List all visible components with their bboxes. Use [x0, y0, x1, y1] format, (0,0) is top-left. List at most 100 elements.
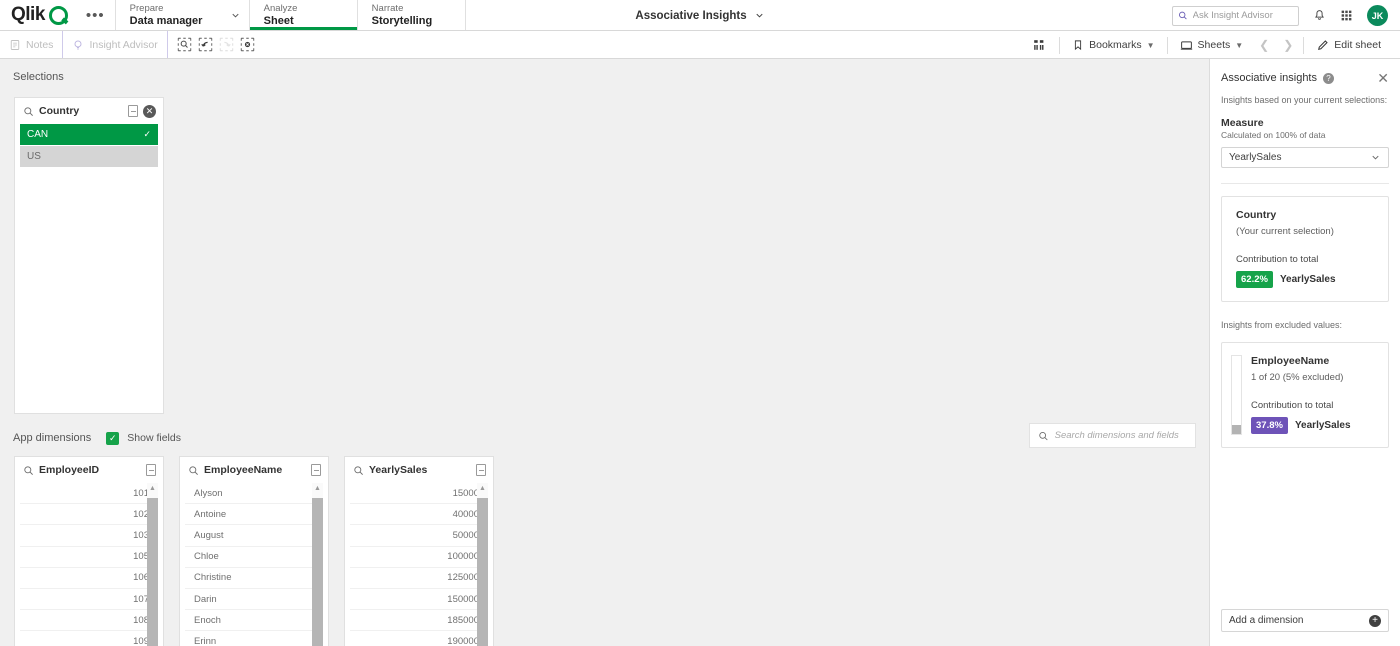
- scroll-up-icon[interactable]: ▲: [149, 483, 156, 494]
- measure-select[interactable]: YearlySales: [1221, 147, 1389, 168]
- insight-card-excluded[interactable]: EmployeeName 1 of 20 (5% excluded) Contr…: [1221, 342, 1389, 448]
- field-value-row[interactable]: Darin: [185, 589, 323, 611]
- edit-sheet-label: Edit sheet: [1334, 39, 1381, 51]
- brand-label: Qlik: [11, 4, 45, 25]
- field-value-row[interactable]: 109: [20, 631, 158, 646]
- nav-analyze[interactable]: Analyze Sheet: [248, 0, 357, 30]
- selection-value-row[interactable]: US: [20, 146, 158, 167]
- toolbar-divider: [1166, 36, 1168, 54]
- more-menu-button[interactable]: •••: [76, 0, 115, 30]
- chevron-down-icon[interactable]: [754, 10, 765, 21]
- calculated-note: Calculated on 100% of data: [1221, 130, 1326, 140]
- edit-sheet-button[interactable]: Edit sheet: [1307, 31, 1390, 59]
- field-value-row[interactable]: 150000: [350, 589, 488, 611]
- selection-search-icon[interactable]: [176, 36, 193, 53]
- close-icon[interactable]: ✕: [1377, 71, 1389, 85]
- field-value-row[interactable]: 125000: [350, 568, 488, 589]
- show-fields-checkbox[interactable]: ✓: [106, 431, 120, 445]
- field-value-row[interactable]: Christine: [185, 568, 323, 589]
- toolbar-divider: [1059, 36, 1061, 54]
- help-icon[interactable]: ?: [1323, 72, 1334, 84]
- field-listbox-body: 15000 40000 50000 100000 125000 150000 185000 1…: [345, 483, 493, 646]
- selection-value-list: CAN ✓ US: [15, 124, 163, 167]
- listbox-view-icon[interactable]: [311, 464, 321, 476]
- field-value-row[interactable]: 108: [20, 610, 158, 632]
- toolbar-right: Bookmarks ▼ Sheets ▼ ❮ ❯ Edit sheet: [1022, 31, 1400, 59]
- field-listboxes: EmployeeID 101102103105106107108109110111…: [14, 456, 494, 646]
- field-value-row[interactable]: 15000: [350, 483, 488, 505]
- scrollbar-track[interactable]: [477, 494, 488, 646]
- field-value-row[interactable]: Chloe: [185, 547, 323, 568]
- field-value-row[interactable]: 102: [20, 504, 158, 526]
- field-value-row[interactable]: 105: [20, 547, 158, 568]
- listbox-view-icon[interactable]: [128, 105, 138, 117]
- clear-selections-icon[interactable]: [239, 36, 256, 53]
- scrollbar[interactable]: ▲▼: [147, 483, 158, 646]
- selection-value-label: US: [27, 151, 41, 162]
- next-sheet-button[interactable]: ❯: [1276, 38, 1300, 52]
- field-value-row[interactable]: 103: [20, 525, 158, 547]
- nav-analyze-label: Analyze: [263, 2, 298, 14]
- field-value-row[interactable]: 101: [20, 483, 158, 505]
- nav-narrate[interactable]: Narrate Storytelling: [356, 0, 465, 30]
- notifications-icon[interactable]: [1313, 9, 1326, 22]
- panel-header: Associative insights ? ✕: [1221, 59, 1389, 85]
- field-value-row[interactable]: Erinn: [185, 631, 323, 646]
- selection-step-back-icon[interactable]: [197, 36, 214, 53]
- previous-sheet-button[interactable]: ❮: [1252, 38, 1276, 52]
- scrollbar-thumb[interactable]: [477, 498, 488, 646]
- qlik-logo[interactable]: Qlik: [0, 0, 76, 30]
- app-grid-icon[interactable]: [1340, 9, 1353, 22]
- top-bar: Qlik ••• Prepare Data manager Analyze Sh…: [0, 0, 1400, 31]
- search-icon[interactable]: [353, 465, 364, 476]
- app-dimensions-bar: App dimensions ✓ Show fields: [0, 421, 1209, 455]
- scrollbar-thumb[interactable]: [147, 498, 158, 646]
- field-value-row[interactable]: 106: [20, 568, 158, 589]
- scroll-up-icon[interactable]: ▲: [479, 483, 486, 494]
- selection-value-label: CAN: [27, 129, 49, 140]
- listbox-view-icon[interactable]: [146, 464, 156, 476]
- nav-prepare-dropdown[interactable]: [223, 0, 249, 30]
- sheets-button[interactable]: Sheets ▼: [1171, 31, 1253, 59]
- field-value-row[interactable]: 107: [20, 589, 158, 611]
- field-value-row[interactable]: Antoine: [185, 504, 323, 526]
- associative-insights-panel: Associative insights ? ✕ Insights based …: [1209, 59, 1400, 646]
- app-title[interactable]: Associative Insights: [635, 10, 746, 22]
- search-icon[interactable]: [23, 465, 34, 476]
- field-value-row[interactable]: Enoch: [185, 610, 323, 632]
- field-value-row[interactable]: 50000: [350, 525, 488, 547]
- dimension-search-box[interactable]: [1029, 423, 1196, 448]
- scrollbar-thumb[interactable]: [312, 498, 323, 646]
- clear-field-selection-icon[interactable]: ✕: [143, 104, 156, 118]
- scroll-up-icon[interactable]: ▲: [314, 483, 321, 494]
- avatar[interactable]: JK: [1367, 5, 1388, 26]
- chevron-down-icon: ▼: [1235, 40, 1244, 50]
- search-icon[interactable]: [23, 106, 34, 117]
- scrollbar-track[interactable]: [147, 494, 158, 646]
- contribution-label: Contribution to total: [1251, 400, 1334, 411]
- dimension-search-input[interactable]: [1054, 430, 1187, 441]
- field-value-row[interactable]: Alyson: [185, 483, 323, 505]
- plus-icon: +: [1369, 614, 1381, 627]
- add-dimension-button[interactable]: Add a dimension +: [1221, 609, 1389, 632]
- field-value-row[interactable]: August: [185, 525, 323, 547]
- ask-insight-advisor-box[interactable]: [1172, 5, 1299, 26]
- scrollbar[interactable]: ▲▼: [477, 483, 488, 646]
- insight-card-selection[interactable]: Country (Your current selection) Contrib…: [1221, 196, 1389, 302]
- bookmarks-button[interactable]: Bookmarks ▼: [1063, 31, 1163, 59]
- listbox-view-icon[interactable]: [476, 464, 486, 476]
- chart-grid-icon[interactable]: [1022, 38, 1056, 52]
- chevron-down-icon: ▼: [1146, 40, 1155, 50]
- nav-prepare[interactable]: Prepare Data manager: [114, 0, 223, 30]
- insight-advisor-button[interactable]: Insight Advisor: [62, 31, 168, 58]
- selection-value-row[interactable]: CAN ✓: [20, 124, 158, 145]
- search-icon[interactable]: [188, 465, 199, 476]
- scrollbar[interactable]: ▲▼: [312, 483, 323, 646]
- field-value-row[interactable]: 190000: [350, 631, 488, 646]
- scrollbar-track[interactable]: [312, 494, 323, 646]
- field-value-row[interactable]: 100000: [350, 547, 488, 568]
- field-value-row[interactable]: 185000: [350, 610, 488, 632]
- field-value-row[interactable]: 40000: [350, 504, 488, 526]
- search-input[interactable]: [1192, 10, 1293, 21]
- notes-button[interactable]: Notes: [0, 31, 62, 59]
